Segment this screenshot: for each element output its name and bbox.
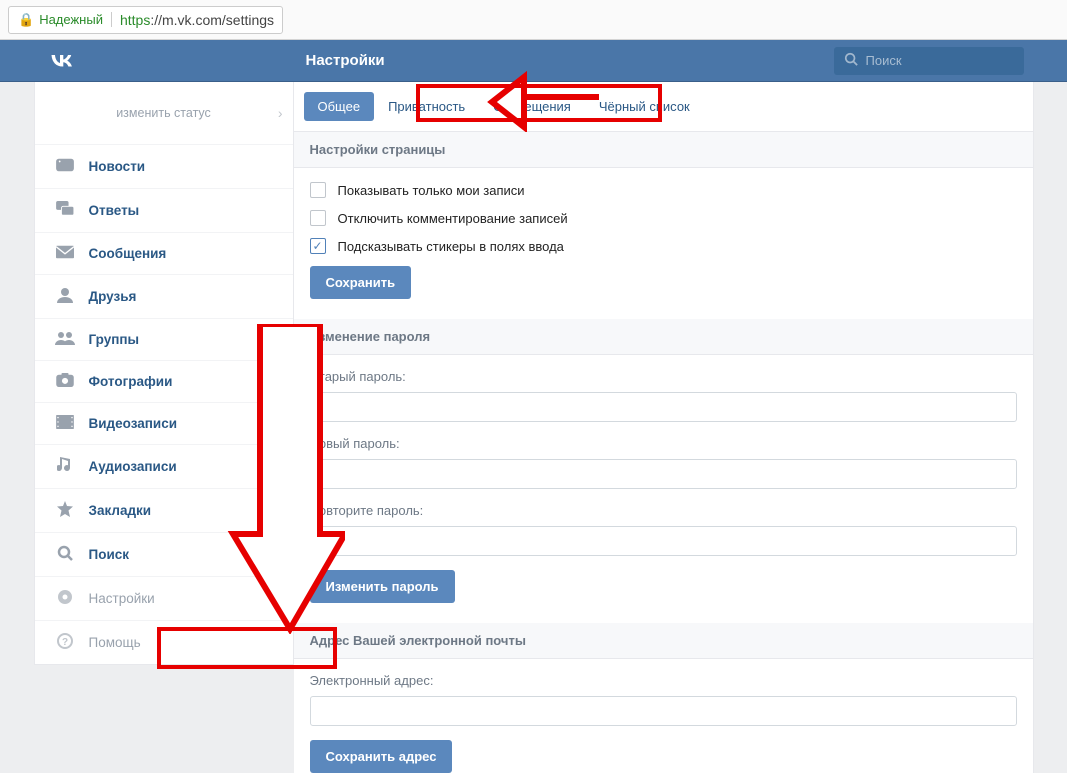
sidebar-item-settings[interactable]: Настройки xyxy=(35,576,293,620)
tab-blacklist[interactable]: Чёрный список xyxy=(585,92,704,121)
search-placeholder: Поиск xyxy=(866,53,902,68)
checkbox-label: Подсказывать стикеры в полях ввода xyxy=(338,239,564,254)
section-email-head: Адрес Вашей электронной почты xyxy=(294,623,1033,659)
sidebar-item-messages[interactable]: Сообщения xyxy=(35,232,293,274)
friends-icon xyxy=(51,287,79,306)
photos-icon xyxy=(51,373,79,390)
input-repeat-password[interactable] xyxy=(310,526,1017,556)
input-old-password[interactable] xyxy=(310,392,1017,422)
vk-logo[interactable] xyxy=(34,49,294,72)
sidebar-item-label: Закладки xyxy=(89,503,152,518)
search-icon xyxy=(844,52,858,69)
section-page-settings-body: Показывать только мои записи Отключить к… xyxy=(294,168,1033,319)
checkbox-icon xyxy=(310,210,326,226)
sidebar-item-label: Новости xyxy=(89,159,146,174)
section-password-head: Изменение пароля xyxy=(294,319,1033,355)
chevron-right-icon: › xyxy=(278,105,283,121)
checkbox-disable-comments[interactable]: Отключить комментирование записей xyxy=(310,210,1017,226)
search-nav-icon xyxy=(51,545,79,564)
sidebar-item-news[interactable]: Новости xyxy=(35,144,293,188)
gear-icon xyxy=(51,589,79,608)
checkbox-icon: ✓ xyxy=(310,238,326,254)
vk-logo-icon xyxy=(46,49,76,67)
sidebar-item-friends[interactable]: Друзья xyxy=(35,274,293,318)
sidebar-item-groups[interactable]: Группы xyxy=(35,318,293,360)
videos-icon xyxy=(51,415,79,432)
audio-icon xyxy=(51,457,79,476)
checkbox-suggest-stickers[interactable]: ✓ Подсказывать стикеры в полях ввода xyxy=(310,238,1017,254)
section-page-settings-head: Настройки страницы xyxy=(294,132,1033,168)
checkbox-label: Отключить комментирование записей xyxy=(338,211,568,226)
label-email: Электронный адрес: xyxy=(310,673,1017,688)
sidebar-item-videos[interactable]: Видеозаписи xyxy=(35,402,293,444)
section-password-body: Старый пароль: Новый пароль: Повторите п… xyxy=(294,355,1033,623)
sidebar-item-label: Друзья xyxy=(89,289,137,304)
sidebar-item-photos[interactable]: Фотографии xyxy=(35,360,293,402)
sidebar: изменить статус › Новости Ответы Сообще xyxy=(34,82,294,665)
sidebar-item-search[interactable]: Поиск xyxy=(35,532,293,576)
replies-icon xyxy=(51,201,79,220)
checkbox-only-my-posts[interactable]: Показывать только мои записи xyxy=(310,182,1017,198)
main-content: Общее Приватность Оповещения Чёрный спис… xyxy=(294,82,1034,773)
status-label: изменить статус xyxy=(116,106,211,120)
change-password-button[interactable]: Изменить пароль xyxy=(310,570,455,603)
tab-privacy[interactable]: Приватность xyxy=(374,92,479,121)
app-header: Настройки Поиск xyxy=(0,40,1067,82)
label-repeat-password: Повторите пароль: xyxy=(310,503,1017,518)
sidebar-item-label: Аудиозаписи xyxy=(89,459,177,474)
sidebar-item-replies[interactable]: Ответы xyxy=(35,188,293,232)
label-old-password: Старый пароль: xyxy=(310,369,1017,384)
sidebar-item-label: Ответы xyxy=(89,203,140,218)
sidebar-item-bookmarks[interactable]: Закладки xyxy=(35,488,293,532)
settings-tabs: Общее Приватность Оповещения Чёрный спис… xyxy=(294,82,1033,132)
save-page-settings-button[interactable]: Сохранить xyxy=(310,266,412,299)
groups-icon xyxy=(51,331,79,348)
browser-address-bar: 🔒 Надежный https://m.vk.com/settings xyxy=(0,0,1067,40)
sidebar-status[interactable]: изменить статус › xyxy=(35,82,293,144)
bookmarks-icon xyxy=(51,501,79,520)
sidebar-item-label: Настройки xyxy=(89,591,155,606)
checkbox-icon xyxy=(310,182,326,198)
checkbox-label: Показывать только мои записи xyxy=(338,183,525,198)
sidebar-item-label: Поиск xyxy=(89,547,130,562)
input-email[interactable] xyxy=(310,696,1017,726)
label-new-password: Новый пароль: xyxy=(310,436,1017,451)
secure-label: Надежный xyxy=(39,12,112,27)
sidebar-item-label: Сообщения xyxy=(89,246,167,261)
sidebar-item-label: Группы xyxy=(89,332,140,347)
sidebar-item-help[interactable]: ? Помощь xyxy=(35,620,293,664)
address-box[interactable]: 🔒 Надежный https://m.vk.com/settings xyxy=(8,6,283,34)
tab-general[interactable]: Общее xyxy=(304,92,375,121)
sidebar-item-label: Видеозаписи xyxy=(89,416,178,431)
svg-text:?: ? xyxy=(61,637,67,648)
search-input[interactable]: Поиск xyxy=(834,47,1024,75)
section-email-body: Электронный адрес: Сохранить адрес xyxy=(294,659,1033,773)
input-new-password[interactable] xyxy=(310,459,1017,489)
sidebar-item-audio[interactable]: Аудиозаписи xyxy=(35,444,293,488)
page-title: Настройки xyxy=(294,52,834,69)
sidebar-item-label: Помощь xyxy=(89,635,141,650)
news-icon xyxy=(51,157,79,176)
lock-icon: 🔒 xyxy=(18,12,34,28)
messages-icon xyxy=(51,245,79,262)
url-text: https://m.vk.com/settings xyxy=(120,12,274,28)
tab-notifications[interactable]: Оповещения xyxy=(479,92,585,121)
help-icon: ? xyxy=(51,633,79,652)
sidebar-item-label: Фотографии xyxy=(89,374,173,389)
save-email-button[interactable]: Сохранить адрес xyxy=(310,740,453,773)
